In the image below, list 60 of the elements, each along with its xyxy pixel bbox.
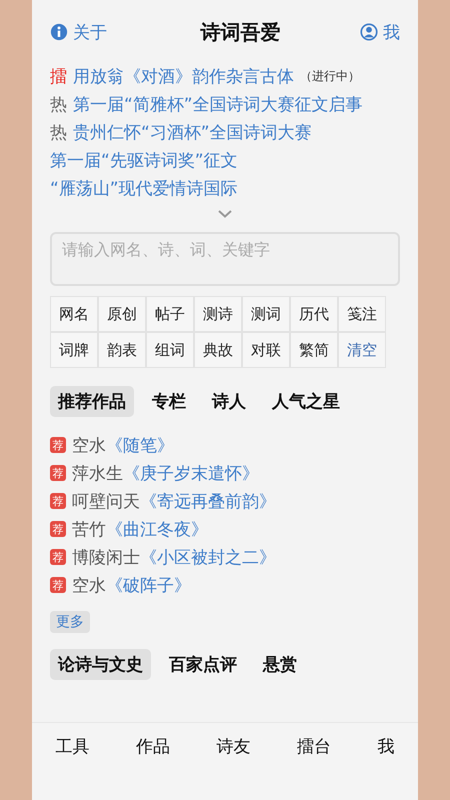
app-title: 诗词吾爱 [200,18,280,46]
tag-label: 热 [50,94,67,116]
filter-button[interactable]: 典故 [194,332,242,368]
filter-button[interactable]: 测诗 [194,296,242,332]
work-link[interactable]: 《曲江冬夜》 [106,518,208,540]
chevron-down-icon[interactable] [218,210,232,218]
filter-button[interactable]: 历代 [290,296,338,332]
tab[interactable]: 诗人 [204,386,254,417]
nav-item[interactable]: 工具 [55,735,90,800]
user-icon [360,23,378,41]
news-link[interactable]: “雁荡山”现代爱情诗国际 [50,176,238,200]
recommend-badge: 荐 [50,437,66,453]
work-link[interactable]: 《随笔》 [106,434,174,456]
author-name: 呵壁问天 [72,490,140,512]
filter-button[interactable]: 对联 [242,332,290,368]
author-name: 空水 [72,574,106,596]
tab[interactable]: 推荐作品 [50,386,134,417]
recommend-badge: 荐 [50,549,66,565]
news-link[interactable]: 贵州仁怀“习酒杯”全国诗词大赛 [73,120,312,144]
author-name: 空水 [72,434,106,456]
filter-button[interactable]: 网名 [50,296,98,332]
me-link[interactable]: 我 [360,20,400,44]
filter-button[interactable]: 繁简 [290,332,338,368]
filter-button[interactable]: 韵表 [98,332,146,368]
filter-button[interactable]: 帖子 [146,296,194,332]
work-link[interactable]: 《庚子岁末遣怀》 [123,462,259,484]
tag-label: 擂 [50,66,67,88]
work-link[interactable]: 《寄远再叠前韵》 [140,490,276,512]
recommend-badge: 荐 [50,577,66,593]
nav-item[interactable]: 诗友 [216,735,250,800]
filter-button[interactable]: 词牌 [50,332,98,368]
tab[interactable]: 百家点评 [161,649,245,680]
news-link[interactable]: 第一届“先驱诗词奖”征文 [50,148,238,172]
tab[interactable]: 专栏 [144,386,194,417]
tab[interactable]: 人气之星 [264,386,348,417]
work-link[interactable]: 《小区被封之二》 [140,546,276,568]
filter-button[interactable]: 笺注 [338,296,386,332]
search-field[interactable]: 请输入网名、诗、词、关键字 [50,232,400,286]
info-icon [50,23,68,41]
author-name: 苦竹 [72,518,106,540]
tab[interactable]: 悬赏 [255,649,305,680]
filter-button[interactable]: 组词 [146,332,194,368]
nav-item[interactable]: 擂台 [297,735,332,800]
nav-item[interactable]: 作品 [136,735,170,800]
status-note: （进行中） [300,68,360,84]
recommend-badge: 荐 [50,465,66,481]
recommend-badge: 荐 [50,521,66,537]
tab[interactable]: 论诗与文史 [50,649,151,680]
author-name: 博陵闲士 [72,546,140,568]
recommend-badge: 荐 [50,493,66,509]
filter-button[interactable]: 原创 [98,296,146,332]
work-link[interactable]: 《破阵子》 [106,574,191,596]
nav-item[interactable]: 我 [378,735,395,800]
news-link[interactable]: 第一届“简雅杯”全国诗词大赛征文启事 [73,92,363,116]
filter-button[interactable]: 测词 [242,296,290,332]
about-link[interactable]: 关于 [50,20,107,44]
news-link[interactable]: 用放翁《对酒》韵作杂言古体 [73,64,294,88]
author-name: 萍水生 [72,462,123,484]
tag-label: 热 [50,122,67,144]
filter-button[interactable]: 清空 [338,332,386,368]
